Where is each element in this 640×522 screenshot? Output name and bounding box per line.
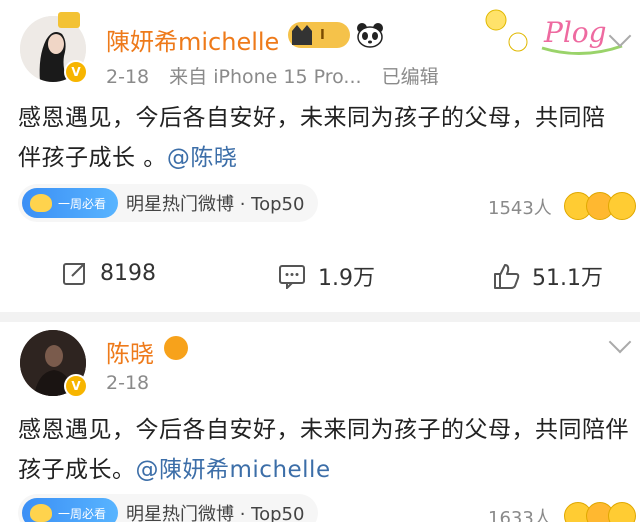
post-source: 来自 iPhone 15 Pro... [169, 66, 362, 88]
level-badge: Ⅰ [288, 22, 350, 48]
comment-count: 1.9万 [318, 266, 375, 291]
post-meta: 2-18 来自 iPhone 15 Pro... 已编辑 [106, 62, 453, 89]
topic-tag[interactable]: 一周必看 明星热门微博 · Top50 [18, 184, 319, 222]
level-number: Ⅰ [320, 27, 325, 43]
topic-logo-text: 一周必看 [58, 506, 107, 521]
mention-link[interactable]: @陈晓 [167, 145, 238, 171]
crown-level-icon [292, 25, 312, 45]
post-date: 2-18 [106, 66, 150, 88]
verified-badge-icon: V [64, 374, 88, 398]
comment-icon [279, 265, 305, 289]
post-text: 感恩遇见，今后各自安好，未来同为孩子的父母，共同陪伴孩子成长。@陳妍希miche… [18, 410, 634, 490]
repost-button[interactable]: 8198 [62, 260, 156, 286]
reactions-count[interactable]: 1633人 [488, 504, 552, 522]
topic-logo-text: 一周必看 [58, 196, 107, 211]
edited-label[interactable]: 已编辑 [382, 66, 439, 88]
post-meta: 2-18 [106, 372, 163, 394]
action-bar: 8198 1.9万 51.1万 [0, 246, 640, 306]
repost-icon [63, 263, 85, 285]
post-card-1: V 陳妍希michelle Ⅰ 2-18 来自 iPhone 15 Pro...… [0, 0, 640, 312]
crown-icon [58, 12, 80, 28]
post-card-2: V 陈晓 2-18 感恩遇见，今后各自安好，未来同为孩子的父母，共同陪伴孩子成长… [0, 322, 640, 522]
chevron-down-icon[interactable] [608, 330, 632, 354]
plog-text: Plog [543, 16, 607, 49]
post-text: 感恩遇见，今后各自安好，未来同为孩子的父母，共同陪伴孩子成长 。@陈晓 [18, 98, 628, 178]
topic-label: 明星热门微博 · Top50 [126, 504, 305, 522]
author-name[interactable]: 陳妍希michelle [106, 22, 279, 57]
smile-emoji-icon [608, 192, 636, 220]
plog-sticker: Plog [482, 2, 632, 64]
reactions-count[interactable]: 1543人 [488, 194, 552, 220]
repost-count: 8198 [100, 260, 156, 286]
smile-emoji-icon [608, 502, 636, 522]
like-count: 51.1万 [532, 266, 603, 291]
like-button[interactable]: 51.1万 [492, 260, 603, 292]
post-body: 感恩遇见，今后各自安好，未来同为孩子的父母，共同陪伴孩子成长 。 [18, 105, 606, 171]
comment-button[interactable]: 1.9万 [278, 260, 375, 292]
thumbs-up-icon [494, 264, 520, 289]
post-date: 2-18 [106, 372, 150, 394]
vip-crown-icon [164, 336, 188, 360]
topic-logo: 一周必看 [22, 498, 118, 522]
mention-link[interactable]: @陳妍希michelle [136, 457, 331, 483]
topic-label: 明星热门微博 · Top50 [126, 194, 305, 215]
verified-badge-icon: V [64, 60, 88, 84]
panda-icon [356, 22, 384, 48]
topic-tag[interactable]: 一周必看 明星热门微博 · Top50 [18, 494, 319, 522]
author-name[interactable]: 陈晓 [106, 334, 154, 369]
topic-logo: 一周必看 [22, 188, 118, 218]
